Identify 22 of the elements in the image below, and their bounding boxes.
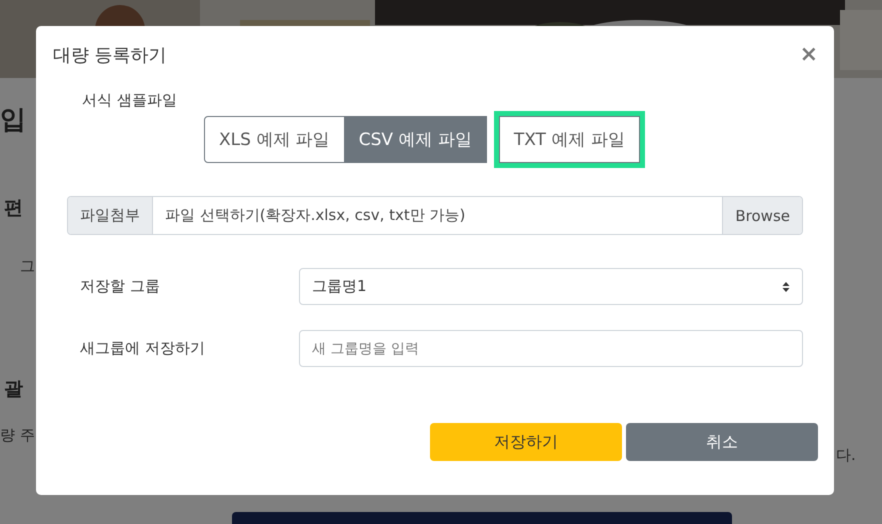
text-line: 다. (836, 446, 856, 465)
file-addon-label: 파일첨부 (68, 197, 153, 234)
sample-file-button[interactable]: XLS 예제 파일 (204, 116, 345, 163)
modal-title: 대량 등록하기 (53, 44, 167, 66)
section-title: 괄 (4, 377, 23, 402)
sample-file-button[interactable]: CSV 예제 파일 (344, 116, 487, 163)
save-button[interactable]: 저장하기 (430, 423, 622, 461)
page-heading: 입 (0, 104, 26, 137)
section-title: 편 (4, 196, 23, 221)
group-select[interactable]: 그룹명1 (299, 268, 803, 305)
field-label: 새그룹에 저장하기 (79, 339, 206, 358)
file-placeholder: 파일 선택하기(확장자.xlsx, csv, txt만 가능) (164, 205, 466, 226)
field-label: 서식 샘플파일 (82, 91, 178, 110)
text-line: 그 (20, 257, 35, 276)
field-label: 저장할 그룹 (79, 277, 161, 296)
cancel-button[interactable]: 취소 (626, 423, 818, 461)
file-input[interactable]: 파일첨부 파일 선택하기(확장자.xlsx, csv, txt만 가능) Browse (67, 196, 803, 235)
browse-button[interactable]: Browse (722, 197, 802, 234)
text-line: 량 주 (0, 426, 35, 445)
group-name-input[interactable]: 새 그룹명을 입력 (299, 330, 803, 367)
close-button[interactable]: × (800, 42, 818, 67)
sort-caret-icon (782, 280, 790, 292)
